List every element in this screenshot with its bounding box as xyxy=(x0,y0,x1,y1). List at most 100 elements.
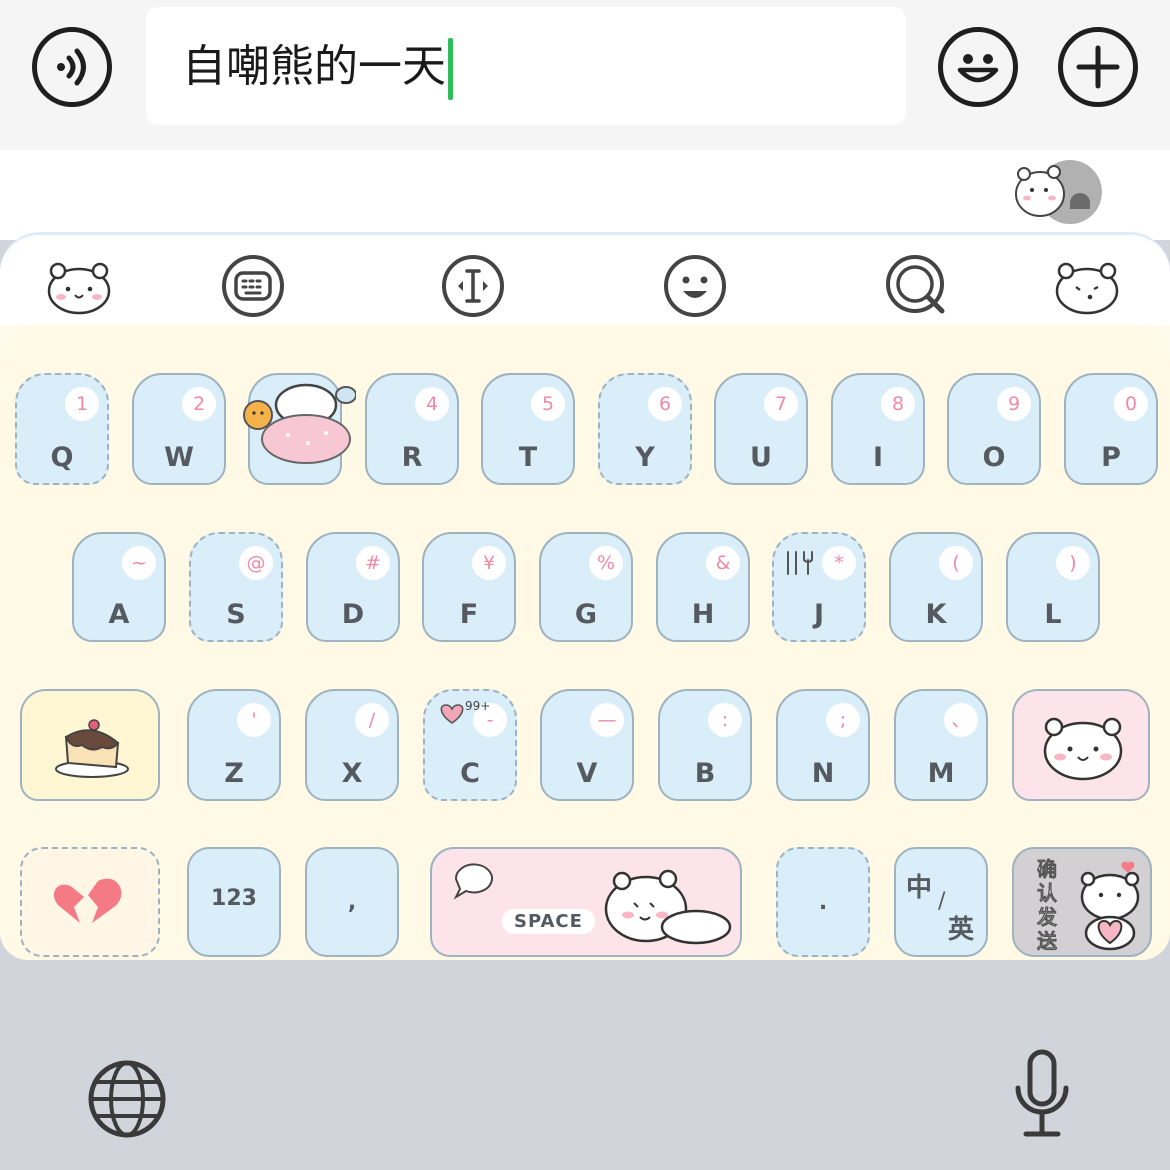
key-y[interactable]: 6 Y xyxy=(598,373,692,485)
cursor-icon xyxy=(442,255,504,317)
key-r-label: R xyxy=(401,442,423,473)
floating-skin-button[interactable] xyxy=(1010,158,1102,224)
key-a[interactable]: ~ A xyxy=(72,532,166,642)
key-p-label: P xyxy=(1101,442,1121,473)
globe-icon[interactable] xyxy=(86,1058,168,1140)
key-f-hint: ¥ xyxy=(472,546,506,580)
key-x-hint: / xyxy=(355,703,389,737)
numbers-key[interactable]: 123 xyxy=(187,847,281,957)
sleeping-bear-sticker-icon xyxy=(243,383,356,464)
key-t[interactable]: 5 T xyxy=(481,373,575,485)
key-s[interactable]: @ S xyxy=(189,532,283,642)
key-p[interactable]: 0 P xyxy=(1064,373,1158,485)
speech-bubble-icon xyxy=(453,863,493,900)
language-switch-key[interactable]: 中 / 英 xyxy=(894,847,988,957)
key-k-hint: ( xyxy=(939,546,973,580)
key-d[interactable]: # D xyxy=(306,532,400,642)
key-j-label: J xyxy=(813,599,825,630)
key-f-label: F xyxy=(459,599,479,630)
toolbar-keyboard[interactable] xyxy=(220,253,286,319)
key-m-label: M xyxy=(927,758,955,789)
send-key[interactable]: 确认发送 xyxy=(1012,847,1152,957)
space-key-label: SPACE xyxy=(502,909,595,934)
toolbar-bear-right[interactable] xyxy=(1054,253,1120,319)
key-x-label: X xyxy=(341,758,363,789)
key-y-label: Y xyxy=(635,442,655,473)
key-b[interactable]: : B xyxy=(658,689,752,801)
language-switch-chinese: 中 xyxy=(906,873,933,903)
key-r[interactable]: 4 R xyxy=(365,373,459,485)
numbers-key-label: 123 xyxy=(211,886,257,911)
key-w[interactable]: 2 W xyxy=(132,373,226,485)
sticker-heart-key[interactable] xyxy=(20,847,160,957)
key-m[interactable]: 、 M xyxy=(894,689,988,801)
heart-count-badge: 99+ xyxy=(465,699,491,713)
key-q-hint: 1 xyxy=(65,387,99,421)
backspace-bear-key[interactable] xyxy=(1012,689,1150,801)
text-caret xyxy=(448,38,453,100)
key-g-label: G xyxy=(574,599,598,630)
key-u-hint: 7 xyxy=(764,387,798,421)
bear-face-icon xyxy=(47,262,111,315)
key-c-label: C xyxy=(460,758,480,789)
ime-screen: 自嘲熊的一天 1 Q 2 W 4 R 5 T 6 Y 7 U 8 I 9 O 0… xyxy=(0,0,1170,1170)
bear-holding-heart-icon xyxy=(1080,861,1140,951)
key-m-hint: 、 xyxy=(944,703,978,737)
key-e[interactable]: 3 xyxy=(243,373,356,485)
toolbar-cursor[interactable] xyxy=(440,253,506,319)
period-key-label: . xyxy=(818,890,828,915)
key-l-hint: ) xyxy=(1056,546,1090,580)
key-q-label: Q xyxy=(50,442,74,473)
key-i-hint: 8 xyxy=(881,387,915,421)
key-s-hint: @ xyxy=(239,546,273,580)
key-l[interactable]: ) L xyxy=(1006,532,1100,642)
toolbar-bear-left[interactable] xyxy=(46,253,112,319)
sticker-cake-key[interactable] xyxy=(20,689,160,801)
period-key[interactable]: . xyxy=(776,847,870,957)
key-g[interactable]: % G xyxy=(539,532,633,642)
key-i[interactable]: 8 I xyxy=(831,373,925,485)
key-f[interactable]: ¥ F xyxy=(422,532,516,642)
chat-input-bar: 自嘲熊的一天 xyxy=(0,0,1170,150)
emoji-icon xyxy=(957,54,999,83)
key-v-hint: — xyxy=(590,703,624,737)
key-c[interactable]: - 99+ C xyxy=(423,689,517,801)
emoji-button[interactable] xyxy=(938,27,1018,107)
key-n[interactable]: ; N xyxy=(776,689,870,801)
bear-face-icon xyxy=(1043,717,1123,781)
key-z[interactable]: ' Z xyxy=(187,689,281,801)
keyboard-toolbar xyxy=(0,235,1170,327)
fork-icon xyxy=(787,551,813,575)
toolbar-search[interactable] xyxy=(884,253,950,319)
microphone-icon[interactable] xyxy=(1010,1048,1074,1140)
message-input[interactable]: 自嘲熊的一天 xyxy=(146,7,906,125)
key-v[interactable]: — V xyxy=(540,689,634,801)
key-a-label: A xyxy=(108,599,130,630)
pudding-icon xyxy=(55,719,129,778)
key-w-hint: 2 xyxy=(182,387,216,421)
plus-button[interactable] xyxy=(1058,27,1138,107)
key-k-label: K xyxy=(925,599,947,630)
system-bar xyxy=(0,960,1170,1170)
mini-bear-icon xyxy=(1015,165,1090,217)
key-i-label: I xyxy=(872,442,884,473)
lying-bear-icon xyxy=(604,869,732,945)
key-k[interactable]: ( K xyxy=(889,532,983,642)
key-t-label: T xyxy=(518,442,538,473)
keyboard-icon xyxy=(222,255,284,317)
key-h[interactable]: & H xyxy=(656,532,750,642)
key-o-hint: 9 xyxy=(997,387,1031,421)
key-u[interactable]: 7 U xyxy=(714,373,808,485)
search-icon xyxy=(886,255,945,314)
toolbar-smiley[interactable] xyxy=(662,253,728,319)
comma-key-label: , xyxy=(347,890,357,915)
key-j[interactable]: * J xyxy=(772,532,866,642)
voice-button[interactable] xyxy=(32,27,112,107)
space-key[interactable]: SPACE xyxy=(430,847,742,957)
key-q[interactable]: 1 Q xyxy=(15,373,109,485)
key-o[interactable]: 9 O xyxy=(947,373,1041,485)
key-v-label: V xyxy=(576,758,598,789)
comma-key[interactable]: , xyxy=(305,847,399,957)
key-h-hint: & xyxy=(706,546,740,580)
key-x[interactable]: / X xyxy=(305,689,399,801)
